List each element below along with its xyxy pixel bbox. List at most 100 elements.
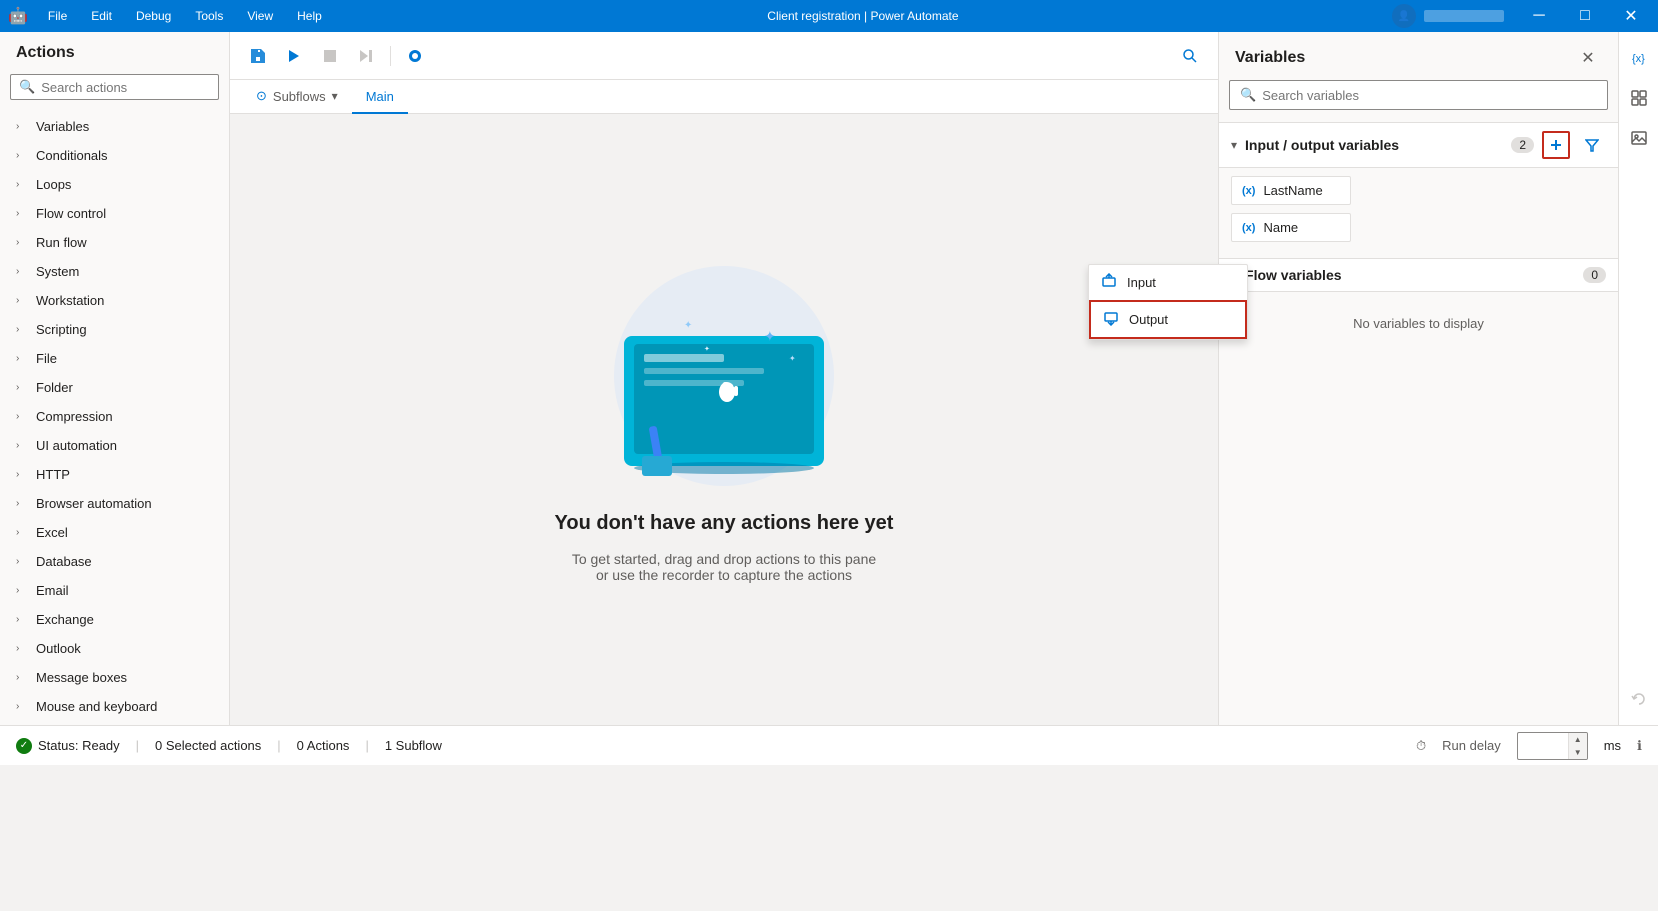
- action-item-mouse-keyboard[interactable]: › Mouse and keyboard: [0, 692, 229, 721]
- action-item-message-boxes[interactable]: › Message boxes: [0, 663, 229, 692]
- chevron-icon: ›: [16, 701, 28, 712]
- minimize-button[interactable]: ─: [1516, 0, 1562, 32]
- action-item-label: Outlook: [36, 641, 81, 656]
- far-right-panel: {x}: [1618, 32, 1658, 725]
- action-item-conditionals[interactable]: › Conditionals: [0, 141, 229, 170]
- chevron-icon: ›: [16, 382, 28, 393]
- save-button[interactable]: [242, 40, 274, 72]
- chevron-icon: ›: [16, 121, 28, 132]
- statusbar-sep2: |: [277, 738, 280, 753]
- status-indicator: ✓: [16, 738, 32, 754]
- add-variable-dropdown: Input Output: [1218, 264, 1248, 340]
- variable-type-icon: (x): [1242, 185, 1255, 197]
- action-item-system[interactable]: › System: [0, 257, 229, 286]
- svg-text:{x}: {x}: [1632, 53, 1645, 65]
- variable-item-lastname[interactable]: (x) LastName: [1231, 176, 1351, 205]
- menu-view[interactable]: View: [235, 0, 285, 32]
- action-item-browser-automation[interactable]: › Browser automation: [0, 489, 229, 518]
- action-item-database[interactable]: › Database: [0, 547, 229, 576]
- chevron-icon: ›: [16, 498, 28, 509]
- chevron-icon: ›: [16, 440, 28, 451]
- svg-text:✦: ✦: [764, 328, 776, 344]
- action-item-variables[interactable]: › Variables: [0, 112, 229, 141]
- run-button[interactable]: [278, 40, 310, 72]
- next-button[interactable]: [350, 40, 382, 72]
- menu-tools[interactable]: Tools: [183, 0, 235, 32]
- chevron-icon: ›: [16, 179, 28, 190]
- add-input-option[interactable]: Input: [1218, 265, 1247, 300]
- variables-search-input[interactable]: [1262, 88, 1597, 103]
- no-variables-text: No variables to display: [1231, 316, 1606, 331]
- assets-icon[interactable]: [1621, 80, 1657, 116]
- action-item-file[interactable]: › File: [0, 344, 229, 373]
- variables-search-box[interactable]: 🔍: [1229, 80, 1608, 110]
- action-item-exchange[interactable]: › Exchange: [0, 605, 229, 634]
- flow-variables-section-title: Flow variables: [1245, 267, 1575, 283]
- chevron-icon: ›: [16, 527, 28, 538]
- action-item-outlook[interactable]: › Outlook: [0, 634, 229, 663]
- action-item-email[interactable]: › Email: [0, 576, 229, 605]
- record-button[interactable]: [399, 40, 431, 72]
- flow-variables-section-header[interactable]: ▾ Flow variables 0: [1219, 258, 1618, 292]
- image-icon[interactable]: [1621, 120, 1657, 156]
- chevron-icon: ›: [16, 353, 28, 364]
- status-ready: ✓ Status: Ready: [16, 738, 120, 754]
- action-item-loops[interactable]: › Loops: [0, 170, 229, 199]
- stop-button[interactable]: [314, 40, 346, 72]
- svg-text:✦: ✦: [789, 354, 796, 363]
- action-item-label: Loops: [36, 177, 71, 192]
- undo-icon[interactable]: [1621, 681, 1657, 717]
- chevron-icon: ›: [16, 556, 28, 567]
- canvas-area: ✦ ✦ ✦ ✦ You don't have any actions here …: [230, 114, 1218, 725]
- action-item-label: Database: [36, 554, 92, 569]
- action-item-label: File: [36, 351, 57, 366]
- action-item-label: Mouse and keyboard: [36, 699, 157, 714]
- subflows-tab-label: Subflows: [273, 89, 326, 104]
- center-panel: ⊙ Subflows ▾ Main: [230, 32, 1218, 725]
- menu-help[interactable]: Help: [285, 0, 334, 32]
- run-delay-increment[interactable]: ▲: [1569, 733, 1587, 746]
- run-delay-decrement[interactable]: ▼: [1569, 746, 1587, 759]
- filter-variables-button[interactable]: [1578, 131, 1606, 159]
- action-item-label: HTTP: [36, 467, 70, 482]
- action-item-scripting[interactable]: › Scripting: [0, 315, 229, 344]
- variables-panel: Variables ✕ 🔍 ▾ Input / output variables…: [1218, 32, 1618, 725]
- action-item-label: Compression: [36, 409, 113, 424]
- add-output-option[interactable]: Output: [1218, 300, 1247, 339]
- variable-item-name[interactable]: (x) Name: [1231, 213, 1351, 242]
- action-item-ui-automation[interactable]: › UI automation: [0, 431, 229, 460]
- chevron-icon: ›: [16, 150, 28, 161]
- action-item-folder[interactable]: › Folder: [0, 373, 229, 402]
- maximize-button[interactable]: □: [1562, 0, 1608, 32]
- menu-debug[interactable]: Debug: [124, 0, 183, 32]
- canvas-search-button[interactable]: [1174, 40, 1206, 72]
- flow-variables-section: ▾ Flow variables 0 No variables to displ…: [1219, 258, 1618, 355]
- input-output-section-title: Input / output variables: [1245, 137, 1503, 153]
- actions-list: › Variables › Conditionals › Loops › Flo…: [0, 108, 229, 725]
- main-tab[interactable]: Main: [352, 81, 408, 114]
- run-delay-value[interactable]: 100: [1518, 735, 1568, 756]
- input-output-section: ▾ Input / output variables 2 (x): [1219, 122, 1618, 250]
- chevron-icon: ›: [16, 237, 28, 248]
- action-item-run-flow[interactable]: › Run flow: [0, 228, 229, 257]
- menu-edit[interactable]: Edit: [79, 0, 124, 32]
- info-icon[interactable]: ℹ: [1637, 738, 1642, 754]
- action-item-label: Conditionals: [36, 148, 108, 163]
- variables-close-button[interactable]: ✕: [1574, 44, 1602, 72]
- actions-search-input[interactable]: [41, 80, 217, 95]
- input-output-section-header[interactable]: ▾ Input / output variables 2: [1219, 122, 1618, 168]
- action-item-excel[interactable]: › Excel: [0, 518, 229, 547]
- action-item-flow-control[interactable]: › Flow control: [0, 199, 229, 228]
- actions-search-box[interactable]: 🔍: [10, 74, 219, 100]
- action-item-http[interactable]: › HTTP: [0, 460, 229, 489]
- variables-toggle-icon[interactable]: {x}: [1621, 40, 1657, 76]
- user-avatar: 👤: [1392, 4, 1416, 28]
- action-item-workstation[interactable]: › Workstation: [0, 286, 229, 315]
- toolbar: [230, 32, 1218, 80]
- add-variable-button[interactable]: [1542, 131, 1570, 159]
- close-button[interactable]: ✕: [1608, 0, 1654, 32]
- chevron-icon: ›: [16, 585, 28, 596]
- menu-file[interactable]: File: [36, 0, 79, 32]
- action-item-compression[interactable]: › Compression: [0, 402, 229, 431]
- subflows-tab[interactable]: ⊙ Subflows ▾: [242, 80, 352, 114]
